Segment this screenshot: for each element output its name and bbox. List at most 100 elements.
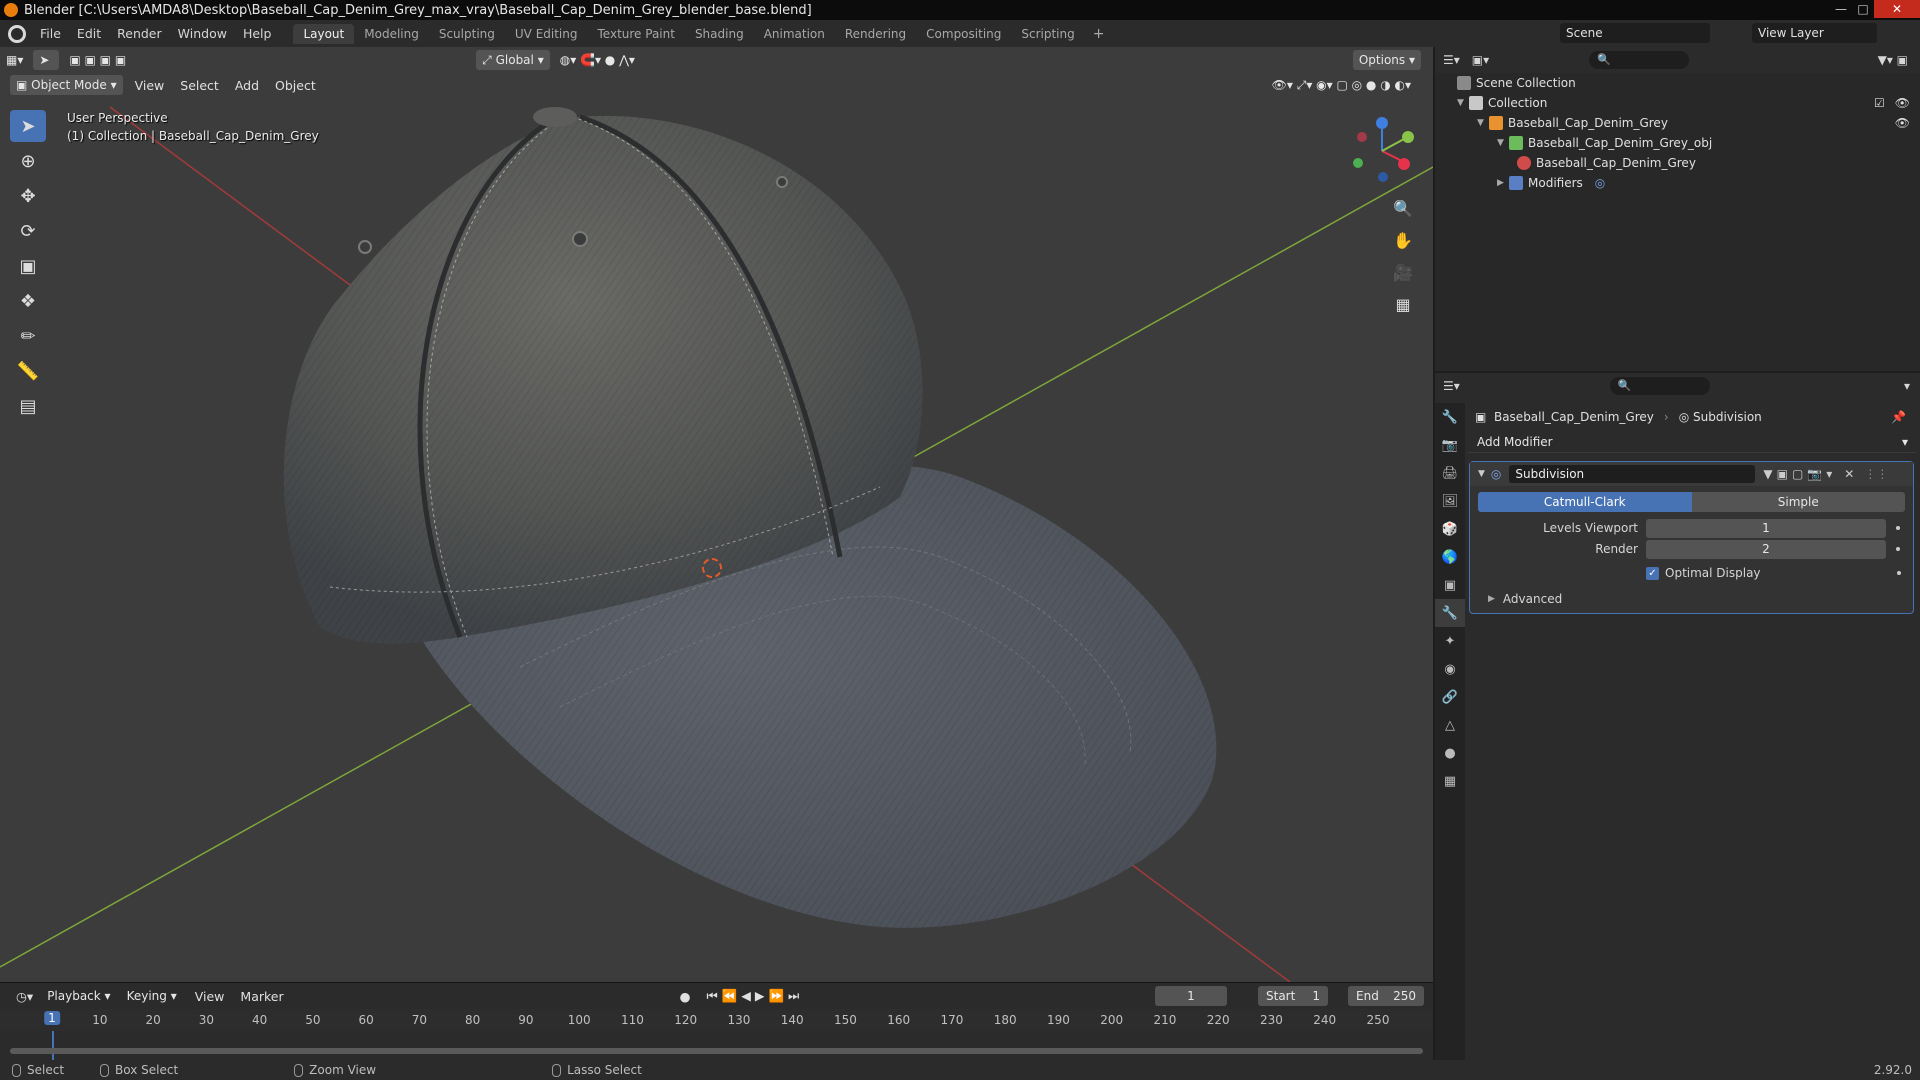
pin-icon[interactable]: 📌 (1891, 410, 1906, 424)
current-frame-field[interactable]: 1 (1155, 986, 1227, 1006)
3d-viewport[interactable]: ▦▾ ➤ ▣ ▣ ▣ ▣ ⤢ Global ▾ ◍▾ 🧲▾ ● ⋀▾ Optio… (0, 47, 1433, 982)
menu-file[interactable]: File (32, 26, 69, 41)
menu-object[interactable]: Object (267, 78, 324, 93)
properties-search-input[interactable]: 🔍 (1609, 377, 1710, 395)
outliner-row-mesh[interactable]: ▼ Baseball_Cap_Denim_Grey_obj (1435, 133, 1920, 153)
maximize-button[interactable]: □ (1852, 0, 1874, 18)
outliner-row-scene-collection[interactable]: Scene Collection (1435, 73, 1920, 93)
physics-tab-icon[interactable]: ◉ (1435, 655, 1465, 683)
camera-icon[interactable]: 🎥 (1389, 259, 1417, 287)
zoom-icon[interactable]: 🔍 (1389, 195, 1417, 223)
marker-menu[interactable]: Marker (232, 989, 291, 1004)
expand-icon[interactable]: ▼ (1497, 138, 1509, 148)
object-tab-icon[interactable]: ▣ (1435, 571, 1465, 599)
scene-tab-icon[interactable]: 🎲 (1435, 515, 1465, 543)
playhead[interactable] (52, 1031, 54, 1061)
display-mode-icon[interactable]: ▣▾ (1472, 53, 1489, 67)
tab-texture-paint[interactable]: Texture Paint (588, 24, 685, 44)
end-frame-field[interactable]: End 250 (1348, 986, 1424, 1006)
tab-animation[interactable]: Animation (754, 24, 835, 44)
output-tab-icon[interactable]: 🖨 (1435, 459, 1465, 487)
blender-menu-icon[interactable] (8, 24, 26, 43)
outliner-editor-icon[interactable]: ☰▾ (1443, 53, 1460, 67)
pan-hand-icon[interactable]: ✋ (1389, 227, 1417, 255)
playback-controls[interactable]: ⏮ ⏪ ◀ ▶ ⏩ ⏭ (699, 988, 808, 1004)
add-workspace-icon[interactable]: + (1085, 26, 1113, 42)
tab-uv-editing[interactable]: UV Editing (505, 24, 588, 44)
scale-icon[interactable]: ▣ (10, 250, 46, 282)
transform-orientation-dropdown[interactable]: ⤢ Global ▾ (476, 50, 550, 70)
tab-compositing[interactable]: Compositing (916, 24, 1011, 44)
tab-modeling[interactable]: Modeling (354, 24, 429, 44)
modifier-tab-icon[interactable]: 🔧 (1435, 599, 1465, 627)
menu-window[interactable]: Window (170, 26, 235, 41)
render-levels-field[interactable]: 2 (1646, 539, 1886, 559)
optimal-display-checkbox[interactable]: ✓ (1646, 566, 1659, 580)
rotate-icon[interactable]: ⟳ (10, 215, 46, 247)
texture-tab-icon[interactable]: ▦ (1435, 767, 1465, 795)
advanced-subpanel[interactable]: ▶ Advanced (1478, 589, 1905, 609)
measure-icon[interactable]: 📏 (10, 355, 46, 387)
playback-menu[interactable]: Playback ▾ (41, 986, 116, 1006)
outliner-row-material[interactable]: Baseball_Cap_Denim_Grey (1435, 153, 1920, 173)
menu-edit[interactable]: Edit (69, 26, 109, 41)
render-tab-icon[interactable]: 📷 (1435, 431, 1465, 459)
expand-icon[interactable]: ▼ (1457, 98, 1469, 108)
constraints-tab-icon[interactable]: 🔗 (1435, 683, 1465, 711)
outliner-row-modifiers[interactable]: ▶ Modifiers ◎ (1435, 173, 1920, 193)
menu-view[interactable]: View (127, 78, 173, 93)
outliner-row-object[interactable]: ▼ Baseball_Cap_Denim_Grey 👁 (1435, 113, 1920, 133)
eye-icon[interactable]: 👁 (1895, 96, 1910, 110)
add-modifier-dropdown[interactable]: Add Modifier ▾ (1467, 431, 1916, 453)
world-tab-icon[interactable]: 🌎 (1435, 543, 1465, 571)
outliner-search-input[interactable]: 🔍 (1589, 51, 1690, 69)
close-button[interactable]: ✕ (1874, 0, 1920, 18)
select-tool-icon[interactable]: ➤ (33, 50, 60, 70)
timeline-scrollbar[interactable] (10, 1048, 1423, 1054)
catmull-clark-button[interactable]: Catmull-Clark (1478, 492, 1692, 512)
checkbox-icon[interactable]: ☑ (1874, 96, 1885, 110)
levels-viewport-field[interactable]: 1 (1646, 518, 1886, 538)
grid-perspective-icon[interactable]: ▦ (1389, 291, 1417, 319)
keyframe-dot-icon[interactable] (1897, 571, 1901, 575)
tool-tab-icon[interactable]: 🔧 (1435, 403, 1465, 431)
modifier-name-input[interactable]: Subdivision (1509, 465, 1756, 483)
view-layer-tab-icon[interactable]: 🖼 (1435, 487, 1465, 515)
menu-add[interactable]: Add (227, 78, 267, 93)
select-box-icon[interactable]: ➤ (10, 110, 46, 142)
menu-render[interactable]: Render (109, 26, 170, 41)
modifier-toggle-icons[interactable]: ▼▣▢📷▾ (1763, 467, 1836, 481)
expand-icon[interactable]: ▼ (1477, 118, 1489, 128)
view-layer-selector[interactable]: View Layer (1752, 23, 1877, 43)
record-icon[interactable]: ● (672, 989, 699, 1004)
pivot-snap-icons[interactable]: ◍▾ 🧲▾ ● ⋀▾ (554, 50, 641, 70)
simple-button[interactable]: Simple (1691, 492, 1905, 512)
transform-icon[interactable]: ❖ (10, 285, 46, 317)
eye-icon[interactable]: 👁 (1895, 116, 1910, 130)
keyframe-dot-icon[interactable] (1896, 547, 1900, 551)
menu-select[interactable]: Select (172, 78, 227, 93)
filter-icon[interactable]: ▼▾ ▣ (1878, 53, 1908, 67)
drag-handle-icon[interactable]: ⋮⋮ (1864, 467, 1888, 481)
selection-mode-icons[interactable]: ▣ ▣ ▣ ▣ (63, 50, 132, 70)
keying-menu[interactable]: Keying ▾ (121, 986, 183, 1006)
data-tab-icon[interactable]: △ (1435, 711, 1465, 739)
annotate-icon[interactable]: ✏ (10, 320, 46, 352)
mode-dropdown[interactable]: ▣ Object Mode ▾ (10, 75, 123, 95)
expand-icon[interactable]: ▶ (1497, 178, 1509, 188)
options-button[interactable]: Options ▾ (1352, 50, 1421, 70)
remove-modifier-icon[interactable]: ✕ (1844, 467, 1854, 481)
properties-options-icon[interactable]: ▾ (1904, 379, 1910, 393)
tab-scripting[interactable]: Scripting (1011, 24, 1084, 44)
collapse-icon[interactable]: ▼ (1478, 469, 1485, 479)
start-frame-field[interactable]: Start 1 (1258, 986, 1328, 1006)
properties-editor-icon[interactable]: ☰▾ (1443, 379, 1460, 393)
add-cube-icon[interactable]: ▤ (10, 390, 46, 422)
tab-layout[interactable]: Layout (293, 23, 355, 44)
minimize-button[interactable]: — (1830, 0, 1852, 18)
tab-rendering[interactable]: Rendering (835, 24, 916, 44)
particles-tab-icon[interactable]: ✦ (1435, 627, 1465, 655)
timeline-ruler[interactable]: 1 10 20 30 40 50 60 70 80 90 100 110 120 130 140 150 160… (0, 1009, 1433, 1031)
shading-controls[interactable]: 👁▾ ⤢▾ ◉▾ ▢ ◎ ● ◑ ◐▾ (1266, 75, 1417, 95)
editor-type-icon[interactable]: ◷▾ (8, 989, 41, 1004)
